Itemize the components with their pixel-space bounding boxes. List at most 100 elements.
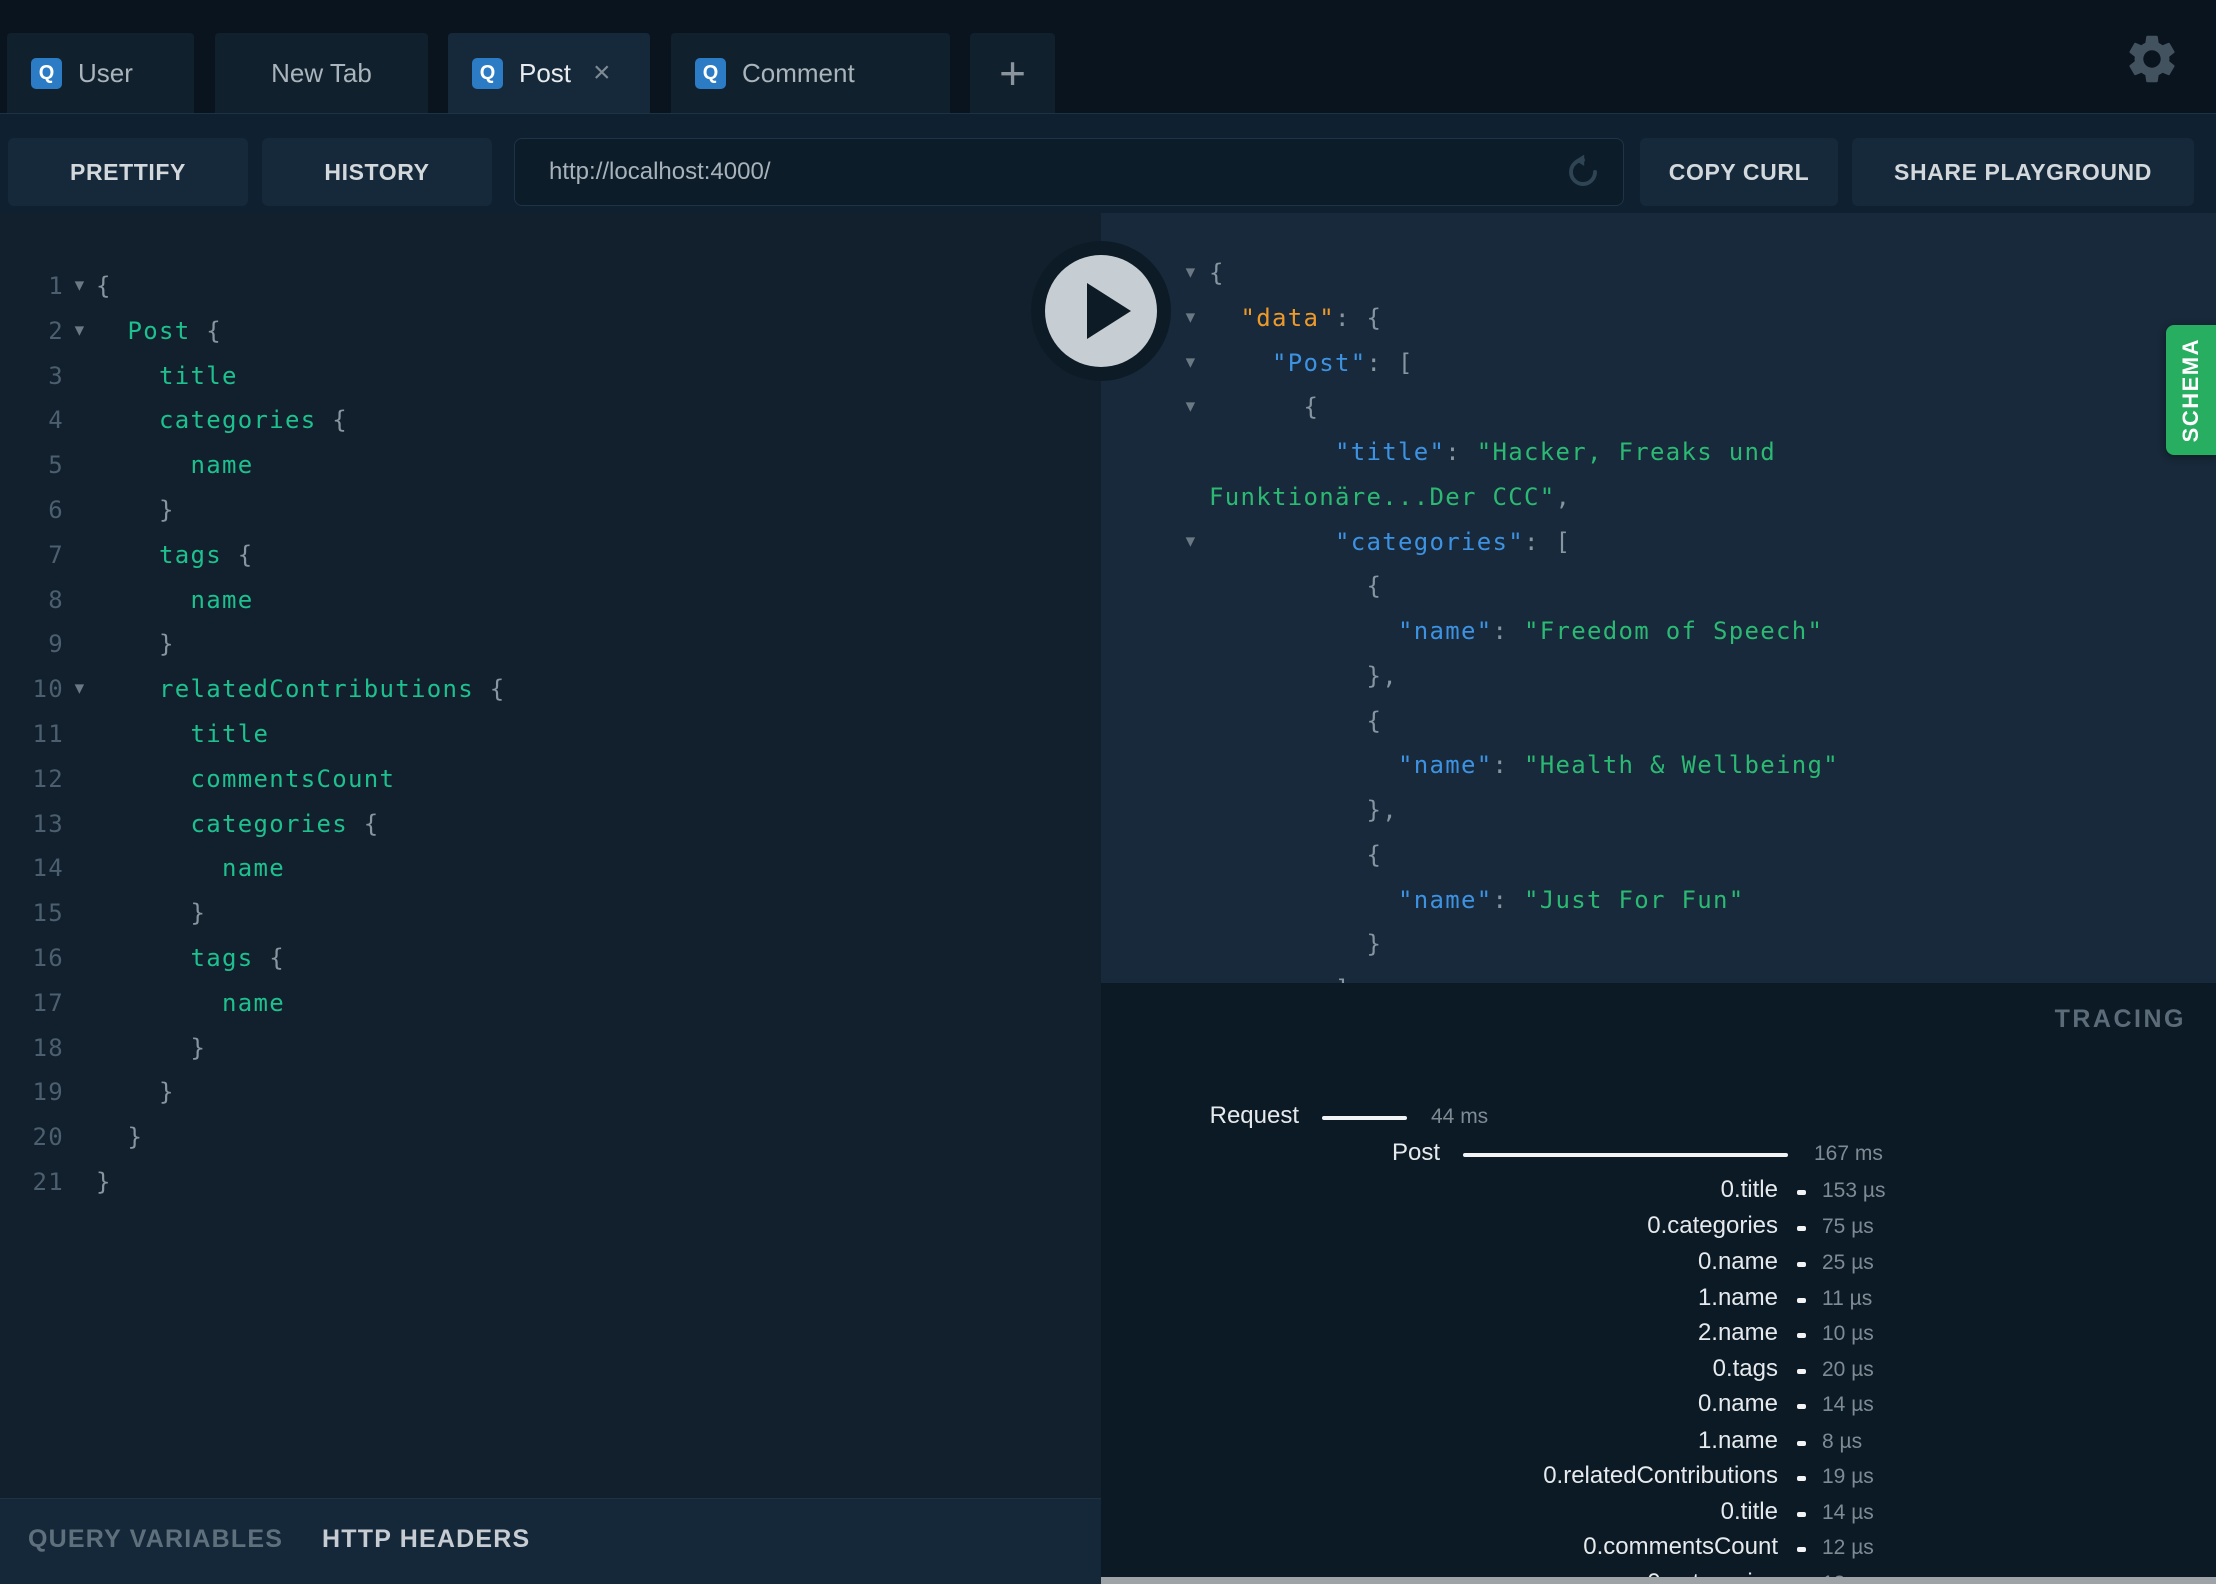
trace-row: Request 44 ms: [1101, 1102, 2216, 1134]
trace-duration-bar: [1797, 1225, 1806, 1231]
trace-label: 0.name: [1697, 1248, 1778, 1275]
code-text: {: [96, 272, 112, 300]
fold-arrow-icon[interactable]: ▾: [1179, 295, 1203, 340]
code-line: 3 title: [0, 354, 1101, 399]
code-text: "name": "Freedom of Speech": [1398, 617, 1824, 645]
trace-value: 14 µs: [1822, 1501, 1874, 1524]
query-variables-tab[interactable]: QUERY VARIABLES: [28, 1525, 283, 1554]
code-line: Funktionäre...Der CCC",: [1101, 475, 2216, 520]
code-text: categories {: [159, 406, 348, 435]
line-number: 19: [32, 1078, 64, 1107]
fold-arrow-icon[interactable]: ▾: [68, 308, 92, 353]
code-text: }: [159, 630, 175, 659]
copy-curl-button[interactable]: COPY CURL: [1640, 138, 1838, 206]
trace-duration-bar: [1797, 1189, 1806, 1195]
code-line: "name": "Just For Fun": [1101, 878, 2216, 923]
trace-row: 1.name 11 µs: [1101, 1284, 2216, 1316]
execute-query-button[interactable]: [1031, 241, 1171, 381]
trace-value: 19 µs: [1822, 1465, 1874, 1488]
trace-value: 14 µs: [1822, 1393, 1874, 1416]
bottom-bar: QUERY VARIABLES HTTP HEADERS: [0, 1498, 1101, 1584]
code-text: name: [222, 988, 285, 1017]
code-line: 12 commentsCount: [0, 757, 1101, 802]
code-line: 9 }: [0, 622, 1101, 667]
tab-bar: Q User New Tab Q Post × Q Comment +: [0, 0, 2216, 113]
trace-value: 11 µs: [1822, 1287, 1873, 1310]
fold-arrow-icon[interactable]: ▾: [68, 263, 92, 308]
tab-label: User: [78, 57, 133, 88]
code-text: }: [127, 1123, 144, 1152]
code-text: },: [1366, 661, 1398, 690]
fold-arrow-icon[interactable]: ▾: [1179, 340, 1203, 385]
line-number: 12: [32, 764, 64, 793]
code-line: 2 ▾ Post {: [0, 309, 1101, 354]
trace-duration-bar: [1322, 1116, 1407, 1120]
horizontal-scrollbar[interactable]: [1101, 1577, 2216, 1584]
tab-new-tab[interactable]: New Tab: [215, 33, 428, 113]
code-line: 10 ▾ relatedContributions {: [0, 667, 1101, 712]
trace-duration-bar: [1797, 1440, 1806, 1446]
tracing-title: TRACING: [2054, 1005, 2186, 1033]
code-text: "title": "Hacker, Freaks und: [1335, 438, 1776, 466]
query-tab-badge: Q: [31, 57, 62, 89]
trace-value: 10 µs: [1822, 1322, 1874, 1345]
code-line: 13 categories {: [0, 802, 1101, 847]
code-text: title: [190, 720, 270, 748]
tab-comment[interactable]: Q Comment: [671, 33, 950, 113]
trace-row: 1.name 8 µs: [1101, 1427, 2216, 1459]
code-line: "name": "Health & Wellbeing": [1101, 743, 2216, 788]
line-number: 1: [48, 272, 64, 300]
trace-label: 0.relatedContributions: [1543, 1462, 1778, 1489]
tab-user[interactable]: Q User: [7, 33, 194, 113]
code-text: "name": "Health & Wellbeing": [1398, 751, 1839, 780]
settings-gear-icon[interactable]: [2123, 30, 2181, 88]
line-number: 6: [48, 496, 64, 524]
trace-row: 0.relatedContributions 19 µs: [1101, 1462, 2216, 1494]
trace-value: 153 µs: [1822, 1179, 1886, 1202]
code-line: {: [1101, 699, 2216, 744]
trace-label: 0.commentsCount: [1583, 1533, 1778, 1560]
code-text: Funktionäre...Der CCC",: [1209, 482, 1572, 511]
trace-duration-bar: [1797, 1546, 1806, 1552]
play-icon: [1087, 283, 1131, 339]
code-text: }: [190, 1033, 207, 1062]
fold-arrow-icon[interactable]: ▾: [1179, 519, 1203, 564]
trace-row: 0.title 14 µs: [1101, 1498, 2216, 1530]
fold-arrow-icon[interactable]: ▾: [1179, 250, 1203, 295]
code-text: Post {: [127, 316, 222, 345]
trace-value: 8 µs: [1822, 1430, 1863, 1453]
tab-close-icon[interactable]: ×: [593, 58, 611, 88]
line-number: 3: [48, 361, 64, 390]
new-tab-button[interactable]: +: [970, 33, 1055, 113]
code-line: ▾ "categories": [: [1101, 520, 2216, 565]
trace-label: 1.name: [1697, 1284, 1778, 1311]
trace-label: Post: [1391, 1139, 1440, 1166]
history-button[interactable]: HISTORY: [262, 138, 492, 206]
reload-icon[interactable]: [1565, 154, 1601, 190]
code-line: {: [1101, 833, 2216, 878]
schema-side-tab[interactable]: SCHEMA: [2166, 325, 2216, 455]
code-line: ▾ "Post": [: [1101, 341, 2216, 386]
code-line: 7 tags {: [0, 533, 1101, 578]
code-line: 5 name: [0, 443, 1101, 488]
code-text: "Post": [: [1272, 348, 1414, 377]
code-text: commentsCount: [190, 764, 396, 793]
trace-label: 1.name: [1697, 1427, 1778, 1454]
code-line: 19 }: [0, 1070, 1101, 1115]
code-text: tags {: [159, 540, 254, 569]
fold-arrow-icon[interactable]: ▾: [1179, 384, 1203, 429]
code-line: },: [1101, 654, 2216, 699]
prettify-button[interactable]: PRETTIFY: [8, 138, 248, 206]
tab-post[interactable]: Q Post ×: [448, 33, 650, 113]
trace-row: 0.categories 75 µs: [1101, 1212, 2216, 1244]
line-number: 14: [32, 854, 64, 883]
http-headers-tab[interactable]: HTTP HEADERS: [322, 1525, 530, 1554]
code-text: {: [1209, 259, 1225, 287]
code-line: 14 name: [0, 846, 1101, 891]
query-editor[interactable]: 1 ▾{2 ▾ Post {3 title 4 categories {5 name 6…: [0, 213, 1101, 1498]
fold-arrow-icon[interactable]: ▾: [68, 666, 92, 711]
endpoint-url-input[interactable]: [515, 158, 1565, 186]
share-playground-button[interactable]: SHARE PLAYGROUND: [1852, 138, 2194, 206]
trace-row: Post 167 ms: [1101, 1139, 2216, 1171]
trace-label: 0.title: [1720, 1176, 1778, 1203]
